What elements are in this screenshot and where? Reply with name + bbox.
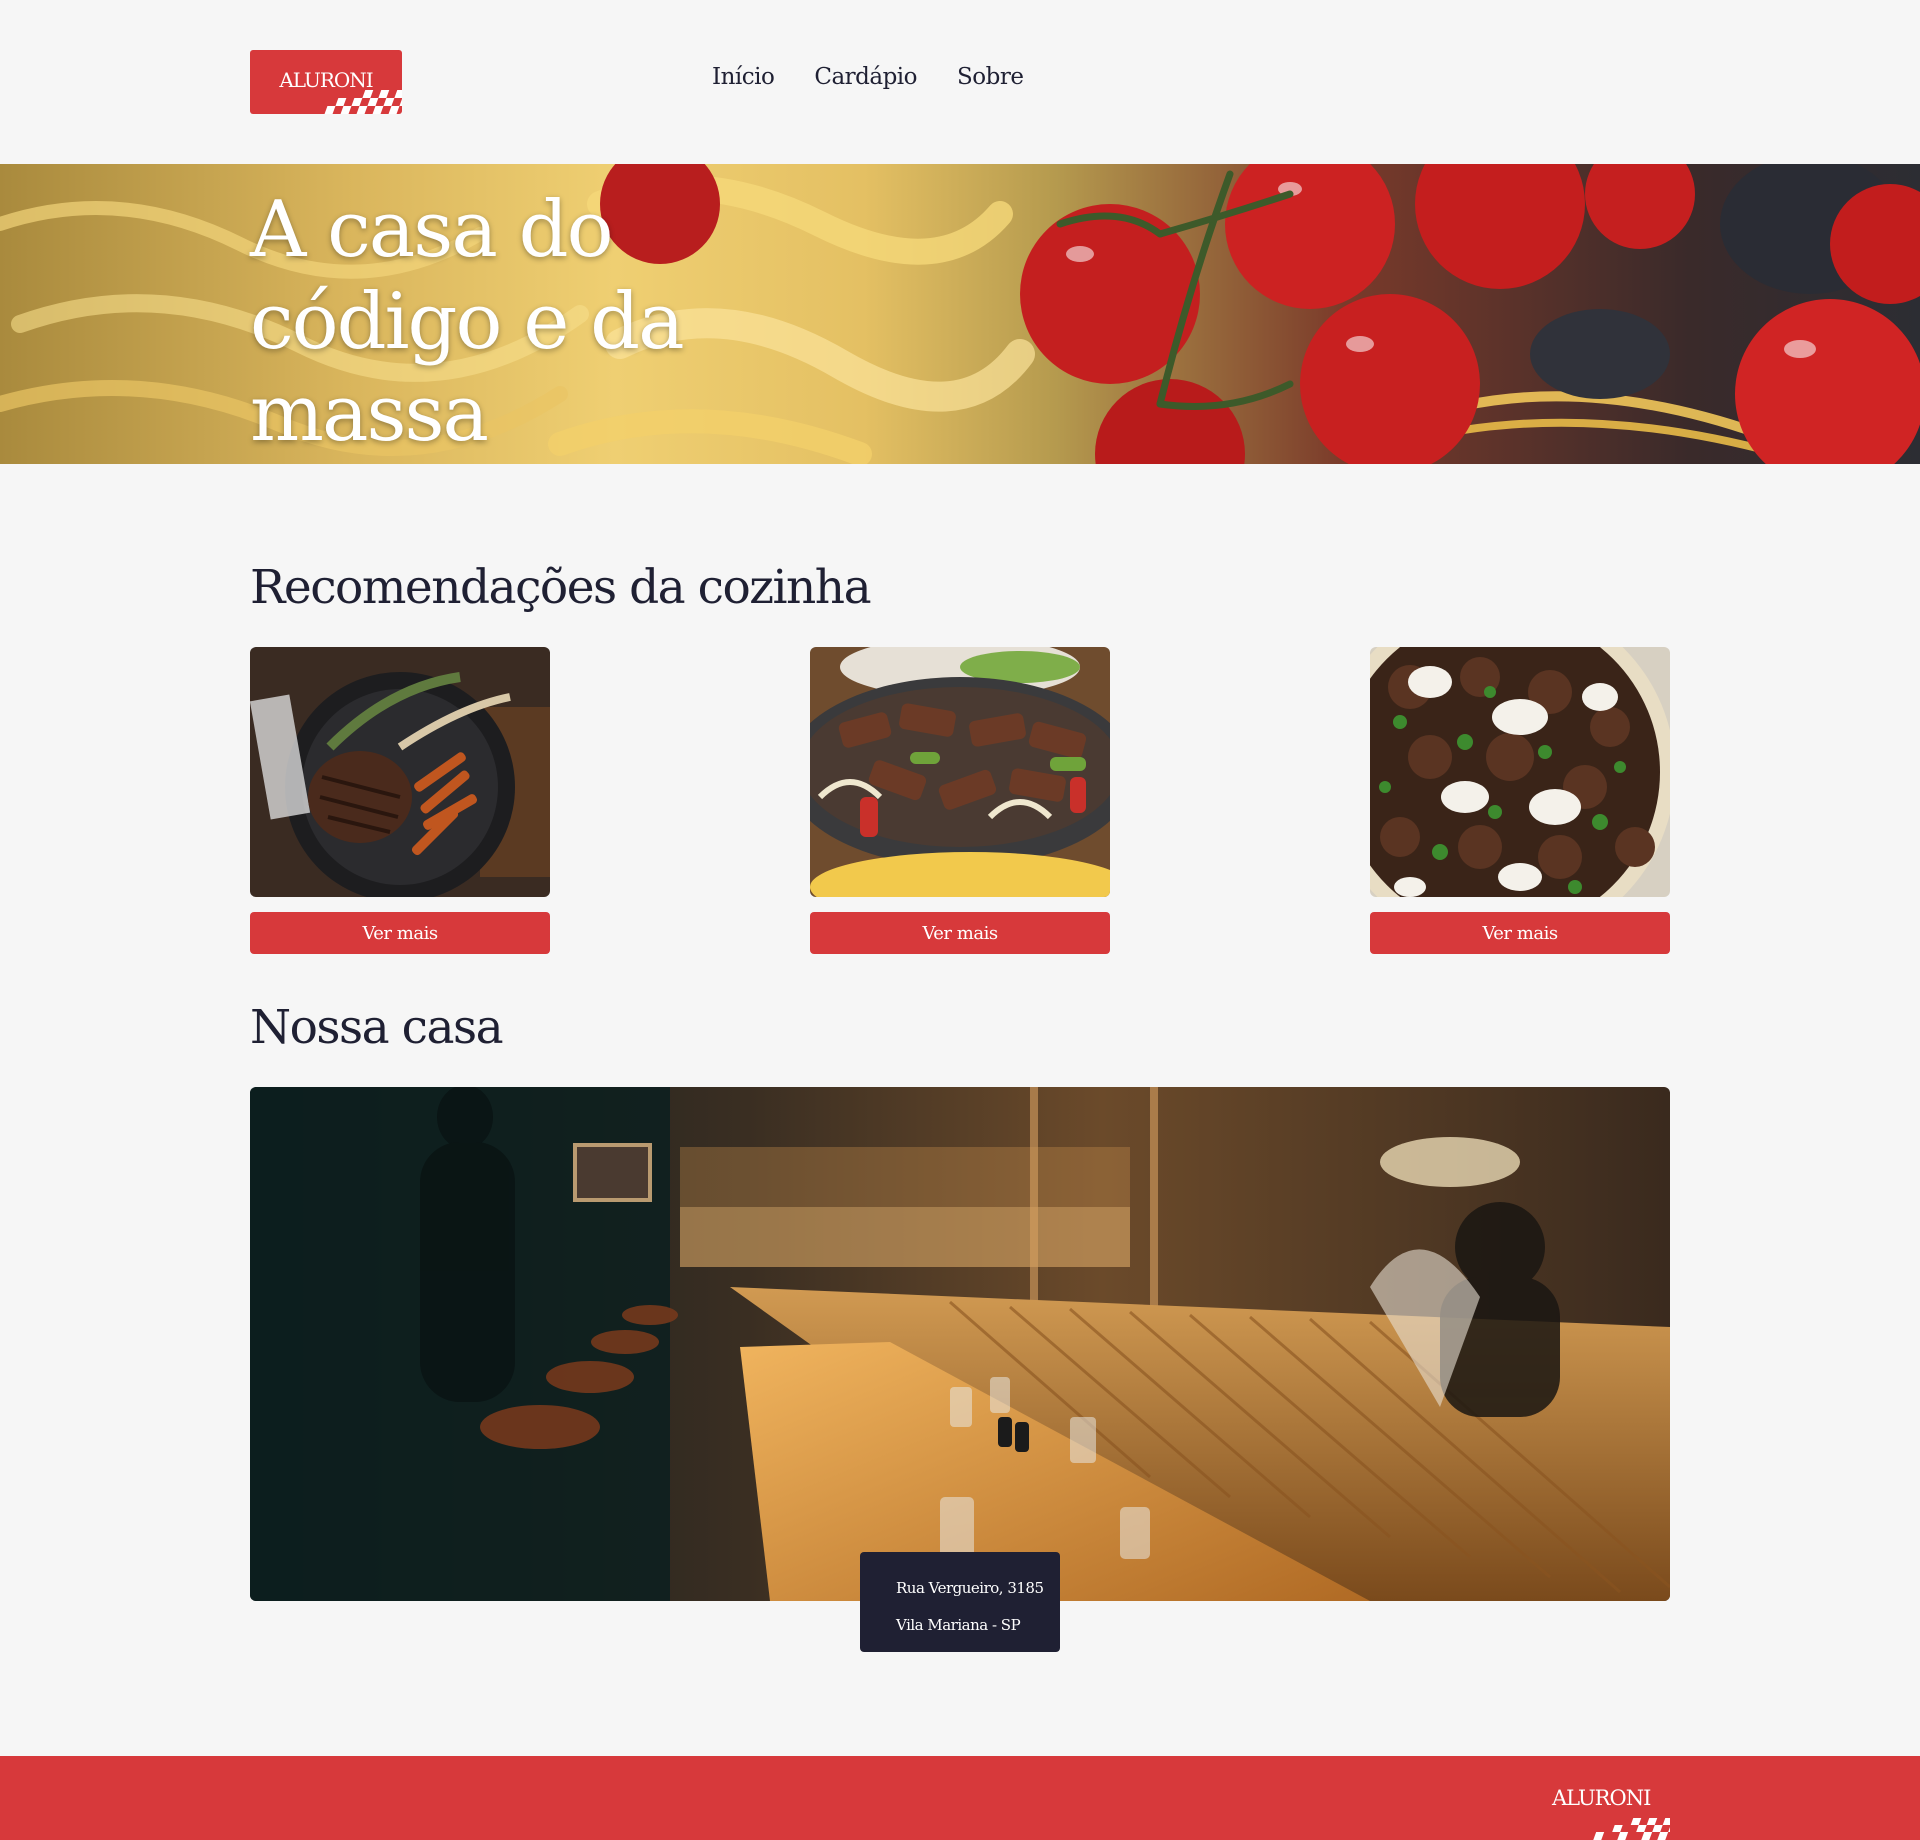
steak-dish-image (250, 647, 550, 897)
site-header: ALURONI Início Cardápio Sobre (0, 0, 1920, 164)
fajitas-dish-image (810, 647, 1110, 897)
address-city: Vila Mariana - SP (896, 1616, 1021, 1634)
hero-banner: A casa do código e da massa (0, 164, 1920, 464)
main-nav: Início Cardápio Sobre (712, 64, 1024, 90)
restaurant-interior-image (250, 1087, 1670, 1601)
checker-pattern-icon (324, 90, 402, 114)
ver-mais-button[interactable]: Ver mais (250, 912, 550, 954)
recommendations-title: Recomendações da cozinha (250, 560, 872, 615)
meatballs-dish-image (1370, 647, 1670, 897)
nav-item-inicio[interactable]: Início (712, 64, 775, 90)
nossa-casa-title: Nossa casa (250, 1000, 504, 1055)
footer-logo[interactable]: ALURONI (1548, 1786, 1670, 1840)
aluroni-logo[interactable]: ALURONI (250, 50, 402, 114)
address-box: Rua Vergueiro, 3185 Vila Mariana - SP (860, 1552, 1060, 1652)
site-footer: ALURONI (0, 1756, 1920, 1840)
hero-title: A casa do código e da massa (250, 185, 685, 459)
address-street: Rua Vergueiro, 3185 (896, 1579, 1044, 1597)
ver-mais-button[interactable]: Ver mais (1370, 912, 1670, 954)
checker-pattern-icon (1593, 1818, 1670, 1840)
ver-mais-button[interactable]: Ver mais (810, 912, 1110, 954)
nav-item-sobre[interactable]: Sobre (957, 64, 1024, 90)
footer-logo-text: ALURONI (1552, 1786, 1651, 1810)
recommendation-card: Ver mais (1370, 647, 1670, 954)
recommendation-card: Ver mais (810, 647, 1110, 954)
recommendation-card: Ver mais (250, 647, 550, 954)
nav-item-cardapio[interactable]: Cardápio (814, 64, 917, 90)
